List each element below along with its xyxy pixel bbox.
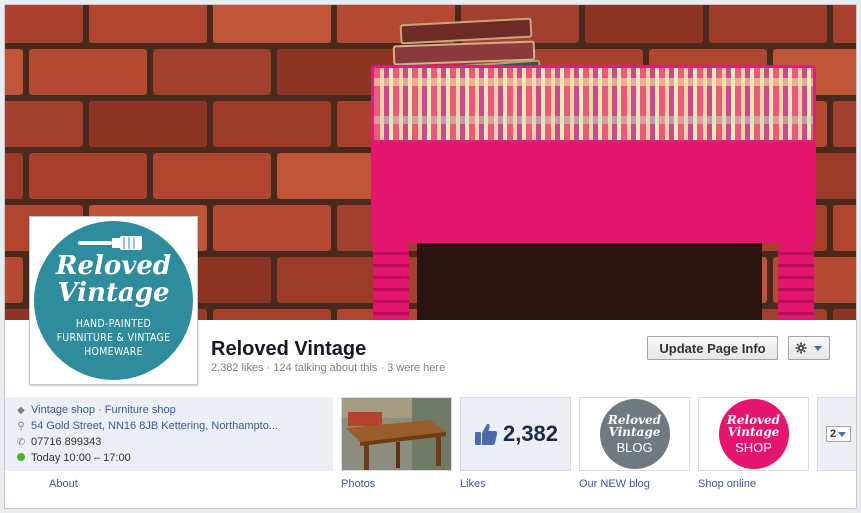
brick: [5, 257, 23, 303]
shop-logo-line-2: Vintage: [727, 424, 780, 439]
category-link[interactable]: Vintage shop · Furniture shop: [31, 404, 176, 416]
blog-label[interactable]: Our NEW blog: [579, 478, 650, 490]
brick: [5, 153, 23, 199]
brick: [89, 5, 207, 43]
brick: [5, 49, 23, 95]
brick: [213, 5, 331, 43]
brick: [709, 5, 827, 43]
logo-subtitle: HAND-PAINTED FURNITURE & VINTAGE HOMEWAR…: [34, 317, 193, 359]
table-leg-left: [373, 243, 409, 320]
phone-icon: ✆: [16, 436, 26, 448]
brick: [89, 101, 207, 147]
opening-hours: Today 10:00 – 17:00: [31, 452, 131, 464]
brick: [833, 5, 856, 43]
logo-title-line-2: Vintage: [57, 278, 170, 308]
likes-count: 2,382: [502, 421, 559, 446]
photos-label[interactable]: Photos: [341, 478, 375, 490]
photos-thumbnail: [342, 398, 451, 470]
likes-tile[interactable]: 2,382: [460, 397, 571, 471]
address-line[interactable]: ⚲ 54 Gold Street, NN16 8JB Kettering, No…: [17, 418, 333, 434]
chevron-down-icon: [838, 432, 847, 437]
brick: [833, 101, 856, 147]
page-header-frame: Reloved Vintage HAND-PAINTED FURNITURE &…: [4, 4, 857, 509]
table-top-tiled: [371, 65, 816, 143]
settings-dropdown-button[interactable]: [788, 336, 830, 360]
logo-sub-line-1: HAND-PAINTED: [75, 318, 152, 330]
tag-icon: ◆: [17, 404, 25, 416]
photos-tile[interactable]: [341, 397, 452, 471]
more-apps-button[interactable]: 2: [825, 426, 851, 442]
blog-logo-line-2: Vintage: [608, 424, 661, 439]
paintbrush-icon: [78, 236, 142, 250]
brick: [153, 49, 271, 95]
brick: [5, 5, 83, 43]
logo-circle: Reloved Vintage HAND-PAINTED FURNITURE &…: [34, 221, 193, 380]
table-shadow: [417, 243, 762, 320]
chevron-down-icon: [814, 346, 822, 351]
thumbs-up-icon: [474, 423, 498, 445]
category-line[interactable]: ◆ Vintage shop · Furniture shop: [17, 402, 333, 418]
profile-picture[interactable]: Reloved Vintage HAND-PAINTED FURNITURE &…: [29, 216, 198, 385]
shop-logo: Reloved Vintage SHOP: [718, 399, 789, 469]
gear-icon: [795, 342, 807, 354]
about-box[interactable]: ◆ Vintage shop · Furniture shop ⚲ 54 Gol…: [5, 397, 333, 471]
table-apron: [371, 143, 816, 243]
likes-label[interactable]: Likes: [460, 478, 486, 490]
brick: [213, 205, 331, 251]
update-page-info-button[interactable]: Update Page Info: [647, 336, 778, 360]
shop-label[interactable]: Shop online: [698, 478, 756, 490]
more-apps-count: 2: [829, 428, 837, 440]
address-link[interactable]: 54 Gold Street, NN16 8JB Kettering, Nort…: [31, 420, 278, 432]
blog-logo-line-1: Reloved: [607, 412, 662, 427]
table-leg-right: [778, 243, 814, 320]
logo-title-line-1: Reloved: [55, 251, 172, 281]
shop-logo-line-1: Reloved: [726, 412, 781, 427]
blog-logo-line-3: BLOG: [616, 439, 653, 455]
phone-number: 07716 899343: [31, 436, 102, 448]
logo-sub-line-3: HOMEWARE: [84, 346, 143, 358]
brick: [213, 101, 331, 147]
about-link[interactable]: About: [49, 478, 78, 490]
brick: [29, 49, 147, 95]
brick: [153, 153, 271, 199]
blog-logo: Reloved Vintage BLOG: [599, 399, 670, 469]
location-pin-icon: ⚲: [17, 420, 25, 432]
brick: [213, 309, 331, 320]
brick: [585, 5, 703, 43]
brick: [29, 153, 147, 199]
blog-tile[interactable]: Reloved Vintage BLOG: [579, 397, 690, 471]
logo-title: Reloved Vintage: [34, 253, 193, 307]
brick: [5, 101, 83, 147]
page-title[interactable]: Reloved Vintage: [211, 338, 366, 361]
shop-logo-line-3: SHOP: [735, 439, 772, 455]
page-stats: 2,382 likes · 124 talking about this · 3…: [211, 362, 446, 374]
brick: [833, 309, 856, 320]
phone-line: ✆ 07716 899343: [17, 434, 333, 450]
brick: [833, 205, 856, 251]
hours-line: Today 10:00 – 17:00: [17, 450, 333, 466]
logo-sub-line-2: FURNITURE & VINTAGE: [56, 332, 171, 344]
open-status-icon: [15, 452, 27, 464]
more-apps-tile: 2: [817, 397, 856, 471]
shop-tile[interactable]: Reloved Vintage SHOP: [698, 397, 809, 471]
